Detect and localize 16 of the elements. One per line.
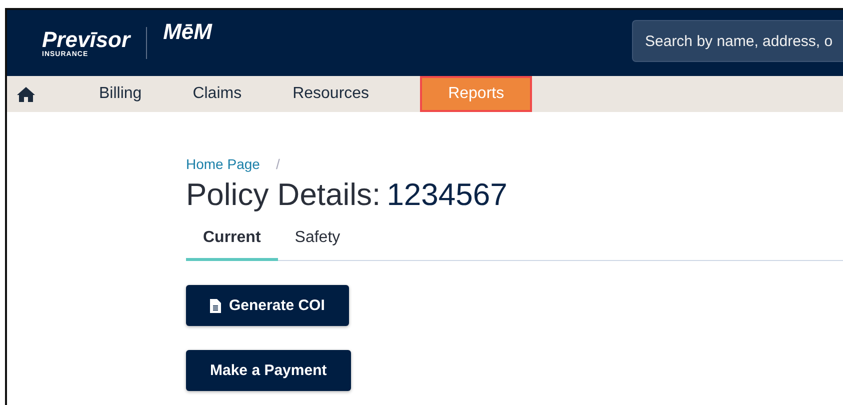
nav-link[interactable]: Billing [99,76,142,112]
document-icon [210,298,221,312]
generate-coi-button[interactable]: Generate COI [186,285,349,326]
tab[interactable]: Current [186,221,278,261]
payment-button[interactable]: Make a Payment [186,350,351,391]
policy-number: 1234567 [386,177,508,213]
home-icon [17,86,35,102]
page-title: Policy Details: [186,177,381,213]
breadcrumb-separator: / [276,156,280,172]
tab[interactable]: Safety [278,221,358,261]
nav-link[interactable]: Resources [292,76,370,112]
nav-link[interactable]: Claims [192,76,242,112]
breadcrumb-link[interactable]: Home Page [186,156,260,172]
search-field[interactable]: Search by name, address, o [632,20,843,62]
partner-logo: MēM [163,19,212,45]
brand-logo: Prevīsor [42,28,130,50]
